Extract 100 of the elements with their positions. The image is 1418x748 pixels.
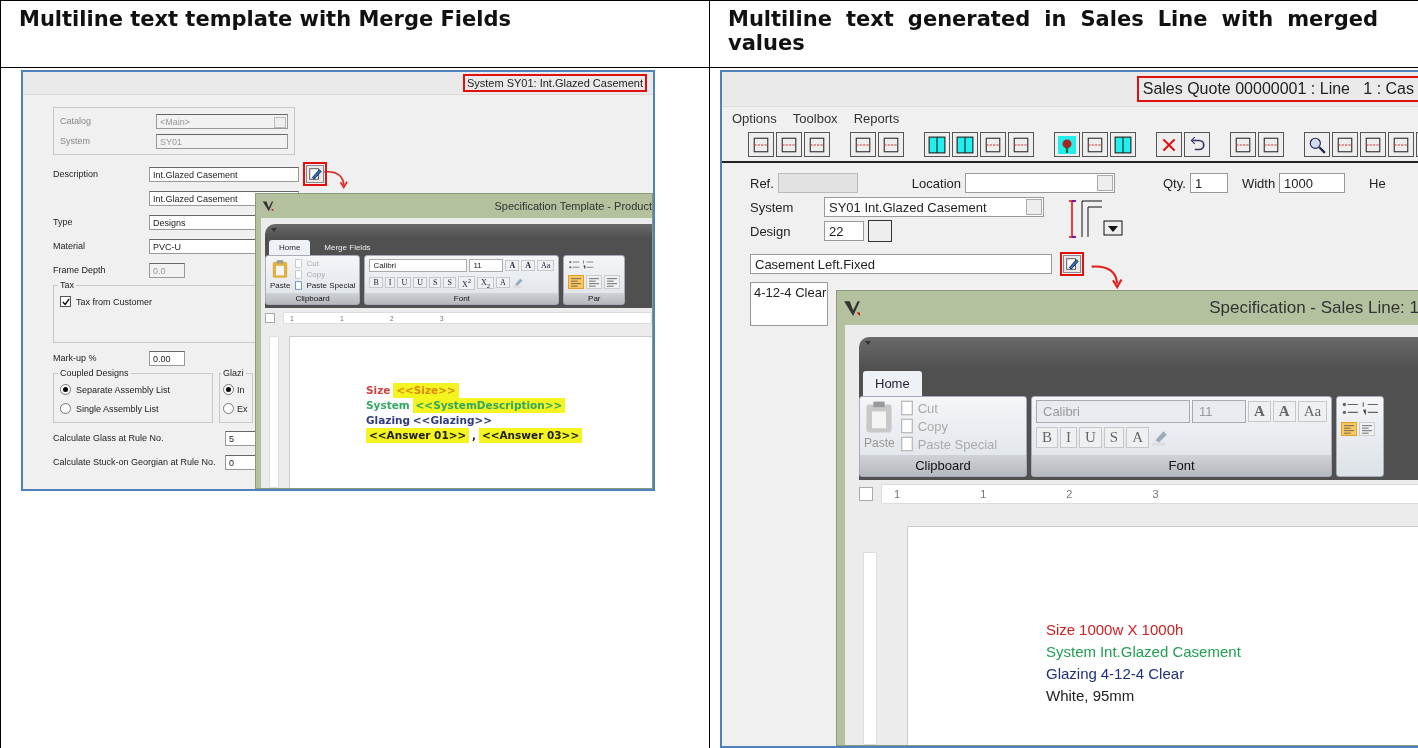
small-document-icon (898, 418, 915, 434)
format-button[interactable]: A (496, 277, 510, 289)
group-label: Clipboard (860, 455, 1026, 476)
description-field[interactable]: Int.Glazed Casement (149, 166, 299, 182)
toolbar-button[interactable] (952, 132, 978, 157)
toolbar-button[interactable] (850, 132, 876, 157)
menu-item[interactable]: Reports (853, 111, 900, 126)
glazing-list[interactable]: 4-12-4 Clear (750, 282, 828, 326)
toolbar-button[interactable] (1230, 132, 1256, 157)
field-label: Location (911, 175, 961, 191)
toolbar-button[interactable] (878, 132, 904, 157)
frame-icon (808, 135, 826, 154)
format-button[interactable]: S (1103, 427, 1125, 448)
pointer-arrow (1090, 262, 1124, 290)
group-label: Par (564, 293, 625, 304)
document-line: Size <<Size>> (366, 383, 652, 398)
system-dropdown[interactable]: SY01 Int.Glazed Casement (824, 197, 1044, 217)
format-button[interactable]: I (1060, 427, 1077, 448)
format-button[interactable]: I (384, 277, 396, 289)
markup-field[interactable]: 0.00 (149, 350, 185, 366)
document-line: Size 1000w X 1000h (1046, 620, 1185, 640)
toolbar-button[interactable] (1360, 132, 1386, 157)
align-button[interactable] (604, 275, 621, 289)
format-button[interactable]: A (1126, 427, 1150, 448)
radio-option[interactable]: Separate Assembly List (60, 384, 206, 395)
format-button[interactable]: S (443, 277, 456, 289)
clipboard-icon (865, 400, 894, 434)
ribbon-tab[interactable]: Merge Fields (314, 240, 381, 255)
document-line: System Int.Glazed Casement (1046, 642, 1242, 662)
description-field[interactable]: Casement Left.Fixed (750, 254, 1052, 274)
align-button[interactable] (1341, 422, 1358, 436)
toolbar-button[interactable] (1184, 132, 1210, 157)
paste-button[interactable]: Paste (270, 259, 291, 290)
field-label: Calculate Glass at Rule No. (53, 433, 165, 443)
frame-icon (1364, 135, 1382, 154)
change-case-button[interactable]: Aa (536, 260, 555, 271)
toolbar-button[interactable] (1008, 132, 1034, 157)
menu-item[interactable]: Options (732, 111, 777, 126)
font-size-button[interactable]: A (1272, 401, 1296, 422)
toolbar-button[interactable] (1110, 132, 1136, 157)
toolbar-button[interactable] (1054, 132, 1080, 157)
align-lines-icon (606, 277, 619, 287)
font-size-button[interactable]: A (505, 260, 520, 271)
field-label: Mark-up % (53, 353, 98, 363)
toolbar-button[interactable] (748, 132, 774, 157)
window-title: System SY01: Int.Glazed Casement (462, 74, 647, 92)
tab-stop-icon (265, 313, 275, 323)
align-lines-icon (1361, 424, 1374, 434)
toolbar-button[interactable] (924, 132, 950, 157)
toolbar-button[interactable] (980, 132, 1006, 157)
ribbon-tab[interactable]: Home (863, 371, 922, 396)
format-button[interactable]: S (428, 277, 442, 289)
format-button[interactable]: X$^{2}$ (457, 276, 475, 290)
format-button[interactable]: U (397, 277, 412, 289)
align-lines-icon (588, 277, 601, 287)
toolbar-button[interactable] (1156, 132, 1182, 157)
format-button[interactable]: B (1036, 427, 1058, 448)
document-line: White, 95mm (1046, 686, 1136, 706)
field-label: Calculate Stuck-on Georgian at Rule No. (53, 457, 217, 467)
toolbar-button[interactable] (1258, 132, 1284, 157)
dropdown-button[interactable] (868, 220, 892, 242)
toolbar-button[interactable] (776, 132, 802, 157)
clipboard-item[interactable]: Paste Special (294, 281, 356, 290)
align-button[interactable] (586, 275, 603, 289)
align-button[interactable] (568, 275, 585, 289)
menu-item[interactable]: Toolbox (792, 111, 838, 126)
frame-icon (984, 135, 1002, 154)
format-button[interactable]: X$_{2}$ (477, 276, 495, 290)
location-dropdown[interactable] (965, 173, 1115, 193)
format-button[interactable]: U (1079, 427, 1102, 448)
group-legend: Coupled Designs (58, 368, 131, 378)
radio-option[interactable]: Ex (223, 403, 249, 414)
toolbar-button[interactable] (1082, 132, 1108, 157)
font-size-dropdown[interactable]: 11 (469, 259, 504, 272)
toolbar-button[interactable] (1304, 132, 1330, 157)
font-size-button[interactable]: A (521, 260, 535, 271)
group-legend: Tax (58, 280, 76, 290)
align-lines-icon (570, 277, 583, 287)
list-item[interactable]: 4-12-4 Clear (754, 285, 827, 300)
format-button[interactable]: U (413, 277, 427, 289)
logo-icon (843, 299, 861, 317)
input-field[interactable]: 1000 (1279, 173, 1346, 193)
change-case-button[interactable]: Aa (1297, 401, 1328, 422)
toolbar-button[interactable] (1332, 132, 1358, 157)
ribbon-tab[interactable]: Home (269, 240, 311, 255)
align-button[interactable] (1359, 422, 1376, 436)
font-name-dropdown[interactable]: Calibri (369, 259, 468, 272)
input-field[interactable]: 1 (1189, 173, 1228, 193)
toolbar-button[interactable] (1388, 132, 1414, 157)
font-size-button[interactable]: A (1248, 401, 1271, 422)
document-line: Glazing 4-12-4 Clear (1046, 664, 1186, 684)
format-button[interactable]: B (369, 277, 383, 289)
toolbar-button[interactable] (804, 132, 830, 157)
notepad-pen-icon (1065, 257, 1079, 271)
small-document-icon (898, 436, 915, 452)
radio-option[interactable]: In (223, 384, 249, 395)
column-heading: Multiline text template with Merge Fields (19, 7, 512, 31)
design-field[interactable]: 22 (824, 221, 864, 241)
radio-option[interactable]: Single Assembly List (60, 403, 206, 414)
document-line: Glazing <<Glazing>> (366, 413, 493, 428)
